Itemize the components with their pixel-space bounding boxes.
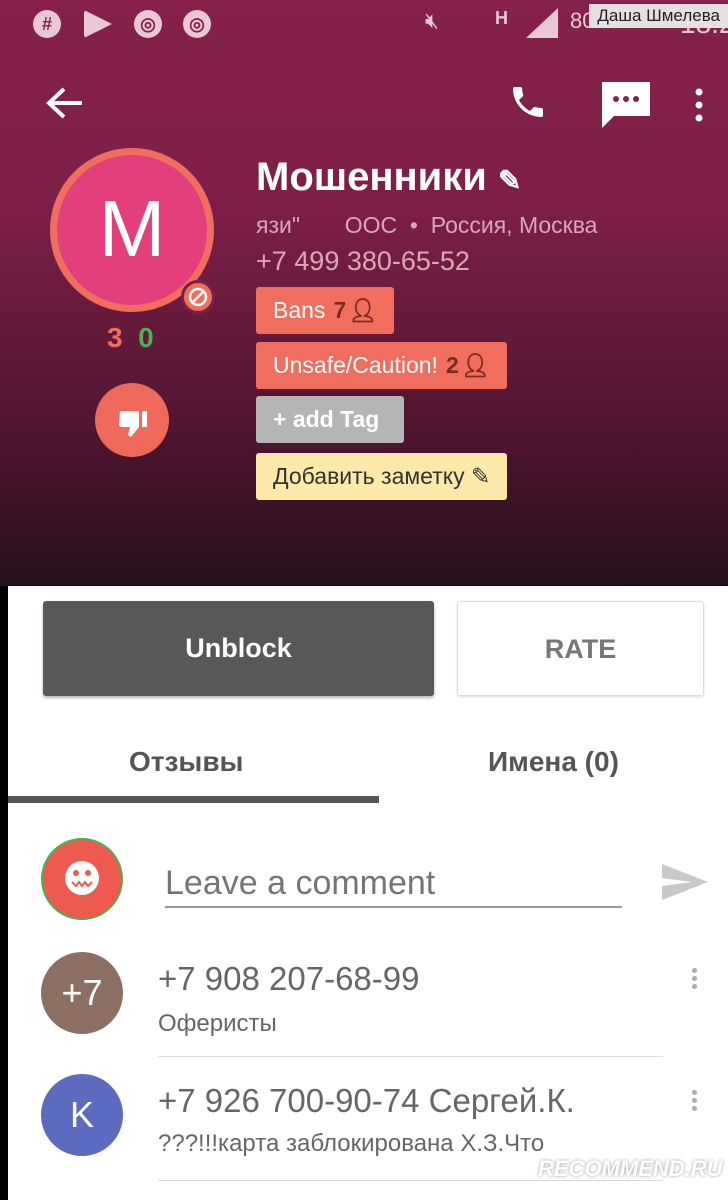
network-type: H <box>495 8 508 28</box>
message-icon[interactable] <box>600 80 652 130</box>
comment-text: ???!!!карта заблокирована Х.З.Что <box>158 1130 545 1157</box>
phone-icon[interactable] <box>508 82 548 122</box>
tag-bans[interactable]: Bans 7👤︎ <box>256 287 395 334</box>
slack-icon: # <box>33 10 61 38</box>
mute-icon: 🔇︎ <box>425 8 439 33</box>
overflow-menu-icon[interactable] <box>694 88 704 122</box>
rating-counts: 3 0 <box>107 322 154 354</box>
comment-text: Оферисты <box>158 1010 277 1037</box>
pencil-icon: ✎ <box>470 463 491 489</box>
tag-label: Bans <box>273 297 326 323</box>
unblock-button[interactable]: Unblock <box>43 601 434 696</box>
tab-reviews[interactable]: Отзывы <box>129 746 243 778</box>
tab-names[interactable]: Имена (0) <box>488 746 619 778</box>
note-label: Добавить заметку <box>273 463 465 489</box>
dislike-button[interactable] <box>95 383 169 457</box>
contact-name: Мошенники ✎ <box>256 155 521 200</box>
play-icon <box>84 10 112 38</box>
send-icon[interactable] <box>662 864 708 900</box>
avatar-text: +7 <box>61 972 103 1013</box>
comment-avatar: +7 <box>41 952 123 1034</box>
contact-subtitle: язи" ООС • Россия, Москва <box>256 212 598 238</box>
comment-input[interactable] <box>165 860 622 908</box>
status-bar: # ◎ ◎ 🔇︎ H 80% 18:23 Даша Шмелева <box>0 0 728 46</box>
watermark: RECOMMEND.RU <box>538 1156 723 1181</box>
active-tab-indicator <box>8 796 379 803</box>
comment-avatar: K <box>41 1074 123 1156</box>
tag-unsafe[interactable]: Unsafe/Caution! 2👤︎ <box>256 342 507 389</box>
person-icon: 👤︎ <box>460 352 490 378</box>
tag-label: Unsafe/Caution! <box>273 352 438 378</box>
tag-count: 2 <box>445 352 459 378</box>
contact-phone: +7 499 380-65-52 <box>256 246 470 276</box>
rate-button[interactable]: RATE <box>457 601 704 696</box>
user-avatar-monster-icon <box>41 838 123 920</box>
add-note-button[interactable]: Добавить заметку ✎ <box>256 453 508 500</box>
person-icon: 👤︎ <box>348 297 378 323</box>
edit-name-icon[interactable]: ✎ <box>498 165 521 196</box>
thumbs-down-icon <box>119 411 147 437</box>
content-area: Unblock RATE Отзывы Имена (0) +7 +7 908 … <box>8 586 728 1200</box>
chrome-icon: ◎ <box>134 10 162 38</box>
divider <box>158 1056 663 1057</box>
contact-header: # ◎ ◎ 🔇︎ H 80% 18:23 Даша Шмелева M 3 0 … <box>0 0 728 586</box>
comment-title: +7 908 207-68-99 <box>158 960 420 997</box>
comment-menu-icon[interactable] <box>692 1090 698 1114</box>
user-label: Даша Шмелева <box>589 4 728 28</box>
add-tag-button[interactable]: + add Tag <box>256 396 404 443</box>
avatar-text: K <box>69 1094 94 1135</box>
blocked-icon <box>181 280 215 314</box>
signal-icon <box>526 8 558 38</box>
positive-count: 0 <box>138 322 154 353</box>
comment-menu-icon[interactable] <box>692 968 698 992</box>
tag-count: 7 <box>333 297 347 323</box>
comment-item[interactable]: +7 +7 908 207-68-99 Оферисты <box>8 952 728 1056</box>
contact-name-text: Мошенники <box>256 155 487 199</box>
negative-count: 3 <box>107 322 123 353</box>
back-arrow-icon[interactable] <box>46 86 84 120</box>
comment-title: +7 926 700-90-74 Сергей.К. <box>158 1082 575 1119</box>
chrome-icon: ◎ <box>183 10 211 38</box>
